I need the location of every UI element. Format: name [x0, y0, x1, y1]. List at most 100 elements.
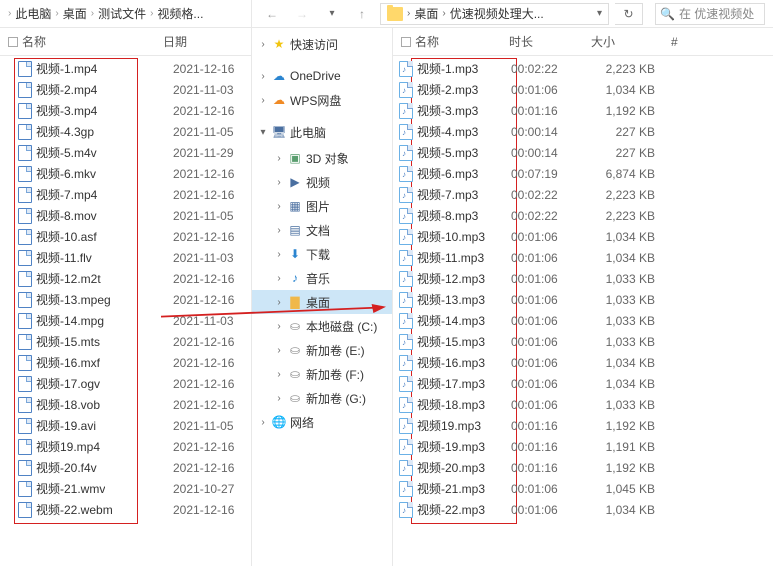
tree-item-disk[interactable]: ›⛀新加卷 (F:): [252, 362, 392, 386]
table-row[interactable]: ♪视频-14.mp300:01:061,033 KB: [399, 310, 773, 331]
file-name: 视频-2.mp3: [417, 81, 478, 98]
table-row[interactable]: ♪视频-5.mp300:00:14227 KB: [399, 142, 773, 163]
file-name: 视频-2.mp4: [36, 81, 97, 98]
tree-item-monitor[interactable]: ▾🖥此电脑: [252, 120, 392, 144]
table-row[interactable]: 视频-15.mts2021-12-16: [14, 331, 245, 352]
table-row[interactable]: ♪视频-6.mp300:07:196,874 KB: [399, 163, 773, 184]
breadcrumb-left[interactable]: › 此电脑 › 桌面 › 测试文件 › 视频格...: [0, 0, 252, 27]
file-name: 视频-18.vob: [36, 396, 100, 413]
file-list-left[interactable]: 视频-1.mp42021-12-16视频-2.mp42021-11-03视频-3…: [0, 56, 251, 522]
table-row[interactable]: 视频-2.mp42021-11-03: [14, 79, 245, 100]
checkbox-icon[interactable]: [8, 37, 18, 47]
tree-item-vid[interactable]: ›▶视频: [252, 170, 392, 194]
file-date: 2021-12-16: [173, 272, 245, 286]
table-row[interactable]: ♪视频-15.mp300:01:061,033 KB: [399, 331, 773, 352]
table-row[interactable]: 视频-1.mp42021-12-16: [14, 58, 245, 79]
video-file-icon: [18, 124, 32, 140]
column-header-duration[interactable]: 时长: [509, 33, 585, 50]
tree-item-cube[interactable]: ›▣3D 对象: [252, 146, 392, 170]
table-row[interactable]: ♪视频-20.mp300:01:161,192 KB: [399, 457, 773, 478]
table-row[interactable]: ♪视频-11.mp300:01:061,034 KB: [399, 247, 773, 268]
file-size: 1,191 KB: [587, 440, 661, 454]
table-row[interactable]: 视频-17.ogv2021-12-16: [14, 373, 245, 394]
table-row[interactable]: 视频-20.f4v2021-12-16: [14, 457, 245, 478]
checkbox-icon[interactable]: [401, 37, 411, 47]
table-row[interactable]: ♪视频-3.mp300:01:161,192 KB: [399, 100, 773, 121]
table-row[interactable]: ♪视频-2.mp300:01:061,034 KB: [399, 79, 773, 100]
column-header-track[interactable]: #: [671, 35, 691, 49]
table-row[interactable]: 视频-4.3gp2021-11-05: [14, 121, 245, 142]
nav-back-button[interactable]: ←: [260, 4, 284, 24]
table-row[interactable]: 视频-22.webm2021-12-16: [14, 499, 245, 520]
video-file-icon: [18, 103, 32, 119]
tree-item-disk[interactable]: ›⛀新加卷 (E:): [252, 338, 392, 362]
table-row[interactable]: 视频-14.mpg2021-11-03: [14, 310, 245, 331]
audio-file-icon: ♪: [399, 145, 413, 161]
nav-up-button[interactable]: ↑: [350, 4, 374, 24]
table-row[interactable]: 视频-8.mov2021-11-05: [14, 205, 245, 226]
table-row[interactable]: ♪视频-21.mp300:01:061,045 KB: [399, 478, 773, 499]
column-header-size[interactable]: 大小: [591, 33, 665, 50]
table-row[interactable]: ♪视频-4.mp300:00:14227 KB: [399, 121, 773, 142]
tree-item-disk[interactable]: ›⛀新加卷 (G:): [252, 386, 392, 410]
crumb-item[interactable]: 优速视频处理大...: [450, 5, 544, 22]
table-row[interactable]: ♪视频-1.mp300:02:222,223 KB: [399, 58, 773, 79]
table-row[interactable]: ♪视频-13.mp300:01:061,033 KB: [399, 289, 773, 310]
table-row[interactable]: ♪视频-8.mp300:02:222,223 KB: [399, 205, 773, 226]
tree-item-folderc[interactable]: ›▇桌面: [252, 290, 392, 314]
file-size: 1,192 KB: [587, 104, 661, 118]
crumb-item[interactable]: 此电脑: [15, 5, 51, 22]
table-row[interactable]: 视频-16.mxf2021-12-16: [14, 352, 245, 373]
table-row[interactable]: ♪视频-18.mp300:01:061,033 KB: [399, 394, 773, 415]
search-input[interactable]: 🔍 在 优速视频处: [655, 3, 765, 25]
table-row[interactable]: 视频-6.mkv2021-12-16: [14, 163, 245, 184]
video-file-icon: [18, 460, 32, 476]
table-row[interactable]: 视频-18.vob2021-12-16: [14, 394, 245, 415]
table-row[interactable]: 视频-13.mpeg2021-12-16: [14, 289, 245, 310]
tree-item-doc[interactable]: ›▤文档: [252, 218, 392, 242]
table-row[interactable]: ♪视频-10.mp300:01:061,034 KB: [399, 226, 773, 247]
audio-file-icon: ♪: [399, 460, 413, 476]
table-row[interactable]: 视频-19.avi2021-11-05: [14, 415, 245, 436]
cloud-blue-icon: ☁: [272, 69, 286, 83]
table-row[interactable]: 视频-11.flv2021-11-03: [14, 247, 245, 268]
tree-item-star[interactable]: ›★快速访问: [252, 32, 392, 56]
column-header-name[interactable]: 名称: [401, 33, 503, 50]
crumb-item[interactable]: 桌面: [63, 5, 87, 22]
crumb-item[interactable]: 测试文件: [98, 5, 146, 22]
table-row[interactable]: 视频-21.wmv2021-10-27: [14, 478, 245, 499]
video-file-icon: [18, 187, 32, 203]
table-row[interactable]: ♪视频-19.mp300:01:161,191 KB: [399, 436, 773, 457]
tree-item-globe[interactable]: ›🌐网络: [252, 410, 392, 434]
table-row[interactable]: ♪视频-16.mp300:01:061,034 KB: [399, 352, 773, 373]
table-row[interactable]: 视频-7.mp42021-12-16: [14, 184, 245, 205]
chevron-down-icon[interactable]: ▾: [597, 8, 602, 19]
nav-history-button[interactable]: ▾: [320, 4, 344, 24]
table-row[interactable]: 视频19.mp42021-12-16: [14, 436, 245, 457]
file-name: 视频-18.mp3: [417, 396, 485, 413]
nav-tree[interactable]: ›★快速访问›☁OneDrive›☁WPS网盘▾🖥此电脑›▣3D 对象›▶视频›…: [252, 28, 393, 566]
tree-item-dl[interactable]: ›⬇下载: [252, 242, 392, 266]
table-row[interactable]: ♪视频-22.mp300:01:061,034 KB: [399, 499, 773, 520]
table-row[interactable]: 视频-5.m4v2021-11-29: [14, 142, 245, 163]
crumb-item[interactable]: 视频格...: [157, 5, 203, 22]
table-row[interactable]: ♪视频-7.mp300:02:222,223 KB: [399, 184, 773, 205]
column-header-name[interactable]: 名称: [8, 33, 157, 50]
table-row[interactable]: 视频-12.m2t2021-12-16: [14, 268, 245, 289]
column-header-date[interactable]: 日期: [163, 33, 243, 50]
tree-item-cloud-orange[interactable]: ›☁WPS网盘: [252, 88, 392, 112]
tree-item-disk[interactable]: ›⛀本地磁盘 (C:): [252, 314, 392, 338]
table-row[interactable]: ♪视频-12.mp300:01:061,033 KB: [399, 268, 773, 289]
table-row[interactable]: ♪视频19.mp300:01:161,192 KB: [399, 415, 773, 436]
tree-item-pic[interactable]: ›▦图片: [252, 194, 392, 218]
tree-item-music[interactable]: ›♪音乐: [252, 266, 392, 290]
video-file-icon: [18, 61, 32, 77]
tree-item-cloud-blue[interactable]: ›☁OneDrive: [252, 64, 392, 88]
refresh-button[interactable]: ↻: [615, 3, 643, 25]
address-bar[interactable]: › 桌面 › 优速视频处理大... ▾: [380, 3, 609, 25]
crumb-item[interactable]: 桌面: [414, 5, 438, 22]
table-row[interactable]: 视频-3.mp42021-12-16: [14, 100, 245, 121]
table-row[interactable]: 视频-10.asf2021-12-16: [14, 226, 245, 247]
file-list-right[interactable]: ♪视频-1.mp300:02:222,223 KB♪视频-2.mp300:01:…: [393, 56, 773, 522]
table-row[interactable]: ♪视频-17.mp300:01:061,034 KB: [399, 373, 773, 394]
